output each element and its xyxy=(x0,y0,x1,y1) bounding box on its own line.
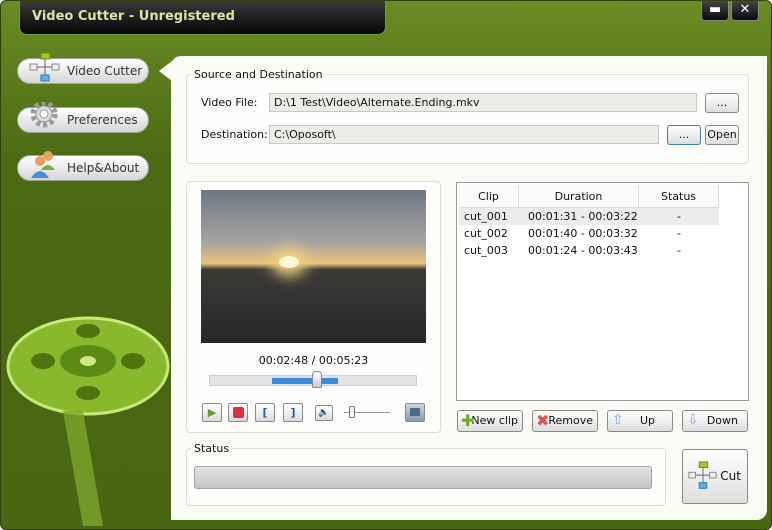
sidebar-item-video-cutter[interactable]: Video Cutter xyxy=(17,53,149,84)
clip-duration: 00:01:31 - 00:03:22 xyxy=(528,210,638,223)
remove-label: Remove xyxy=(548,414,593,427)
up-label: Up xyxy=(639,414,655,427)
sidebar-item-label: Preferences xyxy=(67,113,138,127)
flowchart-icon xyxy=(29,53,60,82)
seek-thumb[interactable] xyxy=(312,371,323,388)
video-file-input[interactable]: D:\1 Test\Video\Alternate.Ending.mkv xyxy=(269,93,697,112)
table-row[interactable]: cut_001 00:01:31 - 00:03:22 - xyxy=(459,208,719,225)
video-preview xyxy=(201,190,426,343)
app-window: Video Cutter - Unregistered ▬ ✕ Video Cu… xyxy=(0,0,772,530)
clip-name: cut_002 xyxy=(464,227,508,240)
cut-button[interactable]: Cut xyxy=(682,449,748,504)
new-clip-button[interactable]: ✚ New clip xyxy=(457,410,523,432)
group-label: Source and Destination xyxy=(191,68,326,81)
flowchart-icon xyxy=(688,461,717,489)
browse-video-button[interactable]: ... xyxy=(705,93,739,113)
stop-button[interactable] xyxy=(228,403,248,422)
sidebar-item-label: Video Cutter xyxy=(67,64,143,78)
table-row[interactable]: cut_003 00:01:24 - 00:03:43 - xyxy=(459,242,719,259)
down-button[interactable]: ⇩ Down xyxy=(682,410,748,432)
new-clip-label: New clip xyxy=(471,414,518,427)
mark-out-button[interactable]: ] xyxy=(283,403,303,422)
stop-icon xyxy=(232,407,244,418)
selection-range xyxy=(271,378,338,384)
sidebar-item-label: Help&About xyxy=(67,161,140,175)
video-frame xyxy=(279,256,299,268)
table-row[interactable]: cut_002 00:01:40 - 00:03:32 - xyxy=(459,225,719,242)
users-icon xyxy=(31,151,55,178)
title-bar: Video Cutter - Unregistered xyxy=(19,1,386,35)
clip-name: cut_003 xyxy=(464,244,508,257)
time-display: 00:02:48 / 00:05:23 xyxy=(258,354,369,367)
camera-icon xyxy=(410,408,420,416)
play-icon: ▶ xyxy=(207,406,217,419)
clip-duration: 00:01:24 - 00:03:43 xyxy=(528,244,638,257)
remove-button[interactable]: ✖ Remove xyxy=(532,410,598,432)
sidebar-item-preferences[interactable]: Preferences xyxy=(17,102,149,133)
mark-in-button[interactable]: [ xyxy=(255,403,275,422)
up-arrow-icon: ⇧ xyxy=(612,412,624,428)
remove-icon: ✖ xyxy=(536,411,550,430)
clip-duration: 00:01:40 - 00:03:32 xyxy=(528,227,638,240)
volume-thumb[interactable] xyxy=(348,406,355,418)
volume-button[interactable]: 🔈 xyxy=(315,405,333,421)
speaker-icon: 🔈 xyxy=(318,408,330,418)
seek-slider[interactable] xyxy=(209,371,417,388)
film-reel-logo xyxy=(6,316,170,526)
snapshot-button[interactable] xyxy=(405,403,425,422)
column-header-status[interactable]: Status xyxy=(639,185,719,208)
column-header-clip[interactable]: Clip xyxy=(459,185,519,208)
clip-status: - xyxy=(677,210,681,223)
source-destination-group xyxy=(186,74,749,164)
destination-label: Destination: xyxy=(201,128,268,141)
destination-input[interactable]: C:\Oposoft\ xyxy=(269,125,659,144)
sidebar-item-help-about[interactable]: Help&About xyxy=(17,151,149,181)
down-label: Down xyxy=(706,414,738,427)
column-header-duration[interactable]: Duration xyxy=(519,185,639,208)
open-button[interactable]: Open xyxy=(705,125,739,145)
minimize-button[interactable]: ▬ xyxy=(701,1,729,21)
clip-name: cut_001 xyxy=(464,210,508,223)
clip-status: - xyxy=(677,227,681,240)
browse-destination-button[interactable]: ... xyxy=(667,125,701,145)
clip-status: - xyxy=(677,244,681,257)
close-button[interactable]: ✕ xyxy=(731,1,759,21)
video-file-label: Video File: xyxy=(201,96,258,109)
window-title: Video Cutter - Unregistered xyxy=(32,9,235,24)
progress-bar xyxy=(194,466,652,489)
clip-list[interactable]: Clip Duration Status cut_001 00:01:31 - 0… xyxy=(456,182,749,401)
group-label: Status xyxy=(191,442,233,455)
up-button[interactable]: ⇧ Up xyxy=(607,410,673,432)
down-arrow-icon: ⇩ xyxy=(687,412,699,428)
volume-slider[interactable] xyxy=(344,406,390,418)
cut-label: Cut xyxy=(720,469,741,483)
gear-icon xyxy=(30,102,58,128)
plus-icon: ✚ xyxy=(461,411,475,430)
play-button[interactable]: ▶ xyxy=(202,403,222,422)
